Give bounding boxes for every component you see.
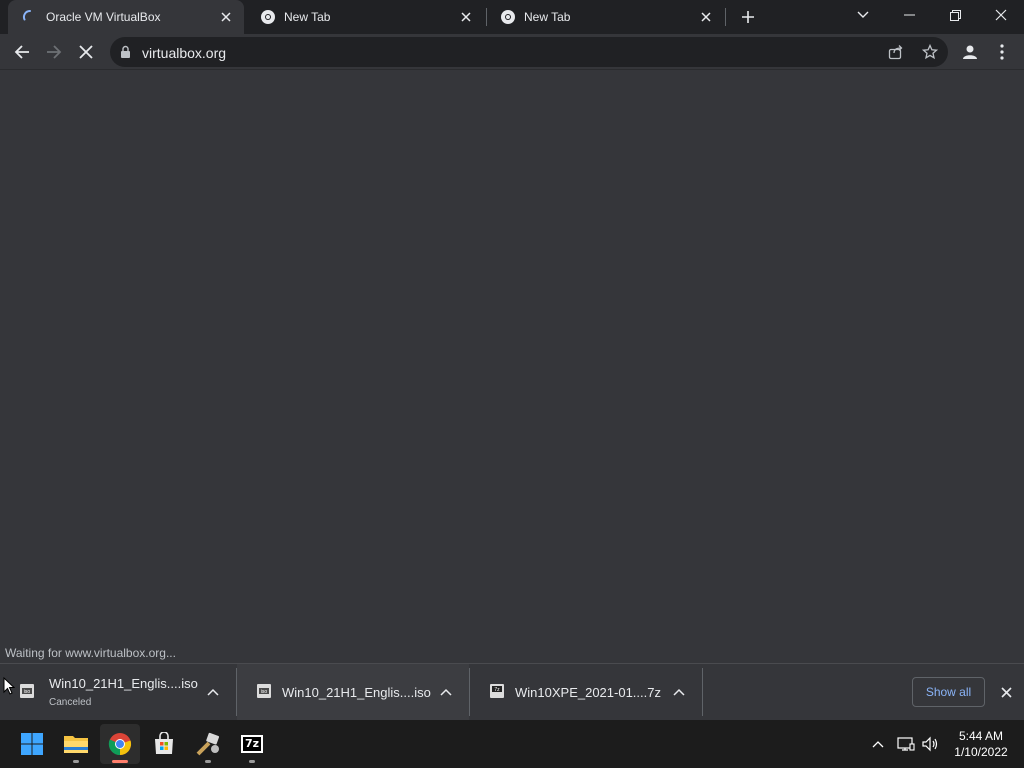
running-indicator: [249, 760, 255, 763]
start-button[interactable]: [12, 724, 52, 764]
tab-separator: [725, 8, 726, 26]
plus-icon: [742, 11, 754, 23]
new-tab-button[interactable]: [732, 2, 764, 32]
close-icon: [79, 45, 93, 59]
arrow-left-icon: [14, 45, 29, 59]
taskbar: 7z 5:44 AM 1/10/2022: [0, 720, 1024, 768]
svg-text:7z: 7z: [494, 687, 500, 693]
taskbar-7zip[interactable]: 7z: [232, 724, 272, 764]
show-all-button[interactable]: Show all: [912, 677, 985, 707]
7zip-label: 7z: [242, 737, 262, 751]
taskbar-file-explorer[interactable]: [56, 724, 96, 764]
menu-button[interactable]: [988, 38, 1016, 66]
download-status: Canceled: [49, 697, 92, 708]
clock-time: 5:44 AM: [958, 729, 1004, 743]
tab-new-tab-1[interactable]: New Tab: [246, 0, 484, 34]
back-button[interactable]: [8, 38, 36, 66]
stop-loading-button[interactable]: [72, 38, 100, 66]
close-tab-icon[interactable]: [456, 7, 476, 27]
lock-icon[interactable]: [120, 45, 131, 59]
chrome-icon: [108, 733, 132, 756]
mouse-cursor-icon: [3, 677, 15, 695]
download-filename: Win10_21H1_Englis....iso: [49, 676, 198, 691]
svg-text:iso: iso: [261, 689, 268, 695]
volume-button[interactable]: [920, 734, 940, 754]
show-hidden-icons-button[interactable]: [868, 734, 888, 754]
status-bubble: Waiting for www.virtualbox.org...: [0, 643, 181, 663]
address-bar[interactable]: virtualbox.org: [110, 37, 948, 67]
more-vertical-icon: [1000, 44, 1004, 60]
minimize-icon: [903, 14, 915, 16]
tab-strip: Oracle VM VirtualBox New Tab New Tab: [0, 0, 1024, 34]
restore-icon: [949, 9, 961, 21]
forward-button[interactable]: [40, 38, 68, 66]
running-indicator: [205, 760, 211, 763]
download-separator: [702, 668, 703, 716]
download-item[interactable]: 7z Win10XPE_2021-01....7z: [470, 664, 702, 720]
download-item[interactable]: iso Win10_21H1_Englis....iso Canceled: [0, 664, 236, 720]
folder-icon: [64, 736, 88, 753]
clock-date: 1/10/2022: [954, 745, 1008, 759]
profile-icon: [963, 45, 977, 59]
speaker-icon: [922, 736, 938, 752]
chevron-up-icon[interactable]: [205, 684, 221, 700]
windows-start-icon: [21, 733, 43, 755]
taskbar-tool-app[interactable]: [188, 724, 228, 764]
close-icon: [995, 9, 1007, 21]
star-icon: [921, 43, 939, 60]
close-tab-icon[interactable]: [216, 7, 236, 27]
tab-title: New Tab: [284, 10, 331, 24]
bookmark-button[interactable]: [921, 43, 939, 65]
tab-new-tab-2[interactable]: New Tab: [486, 0, 724, 34]
tab-search-button[interactable]: [840, 0, 886, 30]
download-filename: Win10XPE_2021-01....7z: [515, 685, 661, 700]
iso-file-icon: iso: [257, 684, 271, 698]
svg-text:iso: iso: [24, 689, 31, 695]
chevron-up-icon[interactable]: [671, 684, 687, 700]
close-icon: [1000, 686, 1012, 698]
system-clock[interactable]: 5:44 AM 1/10/2022: [946, 728, 1016, 760]
chrome-icon: [261, 10, 275, 24]
chrome-icon: [501, 10, 515, 24]
network-button[interactable]: [896, 734, 916, 754]
minimize-button[interactable]: [886, 0, 932, 30]
taskbar-chrome[interactable]: [100, 724, 140, 764]
running-indicator: [73, 760, 79, 763]
loading-spinner-icon: [22, 9, 31, 21]
profile-button[interactable]: [956, 38, 984, 66]
toolbar: virtualbox.org: [0, 34, 1024, 70]
download-item[interactable]: iso Win10_21H1_Englis....iso: [237, 664, 469, 720]
url-text[interactable]: virtualbox.org: [142, 45, 226, 61]
share-button[interactable]: [888, 44, 904, 65]
tab-title: New Tab: [524, 10, 571, 24]
iso-file-icon: iso: [20, 684, 34, 698]
tool-icon: [196, 732, 220, 756]
running-indicator: [112, 760, 128, 763]
page-content: [0, 70, 1024, 663]
tab-title: Oracle VM VirtualBox: [46, 10, 161, 24]
close-tab-icon[interactable]: [696, 7, 716, 27]
taskbar-microsoft-store[interactable]: [144, 724, 184, 764]
7z-file-icon: 7z: [490, 684, 504, 698]
download-filename: Win10_21H1_Englis....iso: [282, 685, 431, 700]
microsoft-store-icon: [155, 732, 173, 754]
chevron-up-icon[interactable]: [438, 684, 454, 700]
7zip-icon: 7z: [241, 735, 263, 753]
network-icon: [897, 737, 915, 751]
download-shelf: iso Win10_21H1_Englis....iso Canceled is…: [0, 663, 1024, 720]
chevron-up-icon: [872, 741, 884, 748]
close-window-button[interactable]: [978, 0, 1024, 30]
tab-oracle-vm-virtualbox[interactable]: Oracle VM VirtualBox: [8, 0, 244, 34]
arrow-right-icon: [47, 45, 62, 59]
restore-button[interactable]: [932, 0, 978, 30]
chevron-down-icon: [857, 11, 869, 18]
close-shelf-button[interactable]: [996, 682, 1016, 702]
share-icon: [888, 45, 903, 60]
